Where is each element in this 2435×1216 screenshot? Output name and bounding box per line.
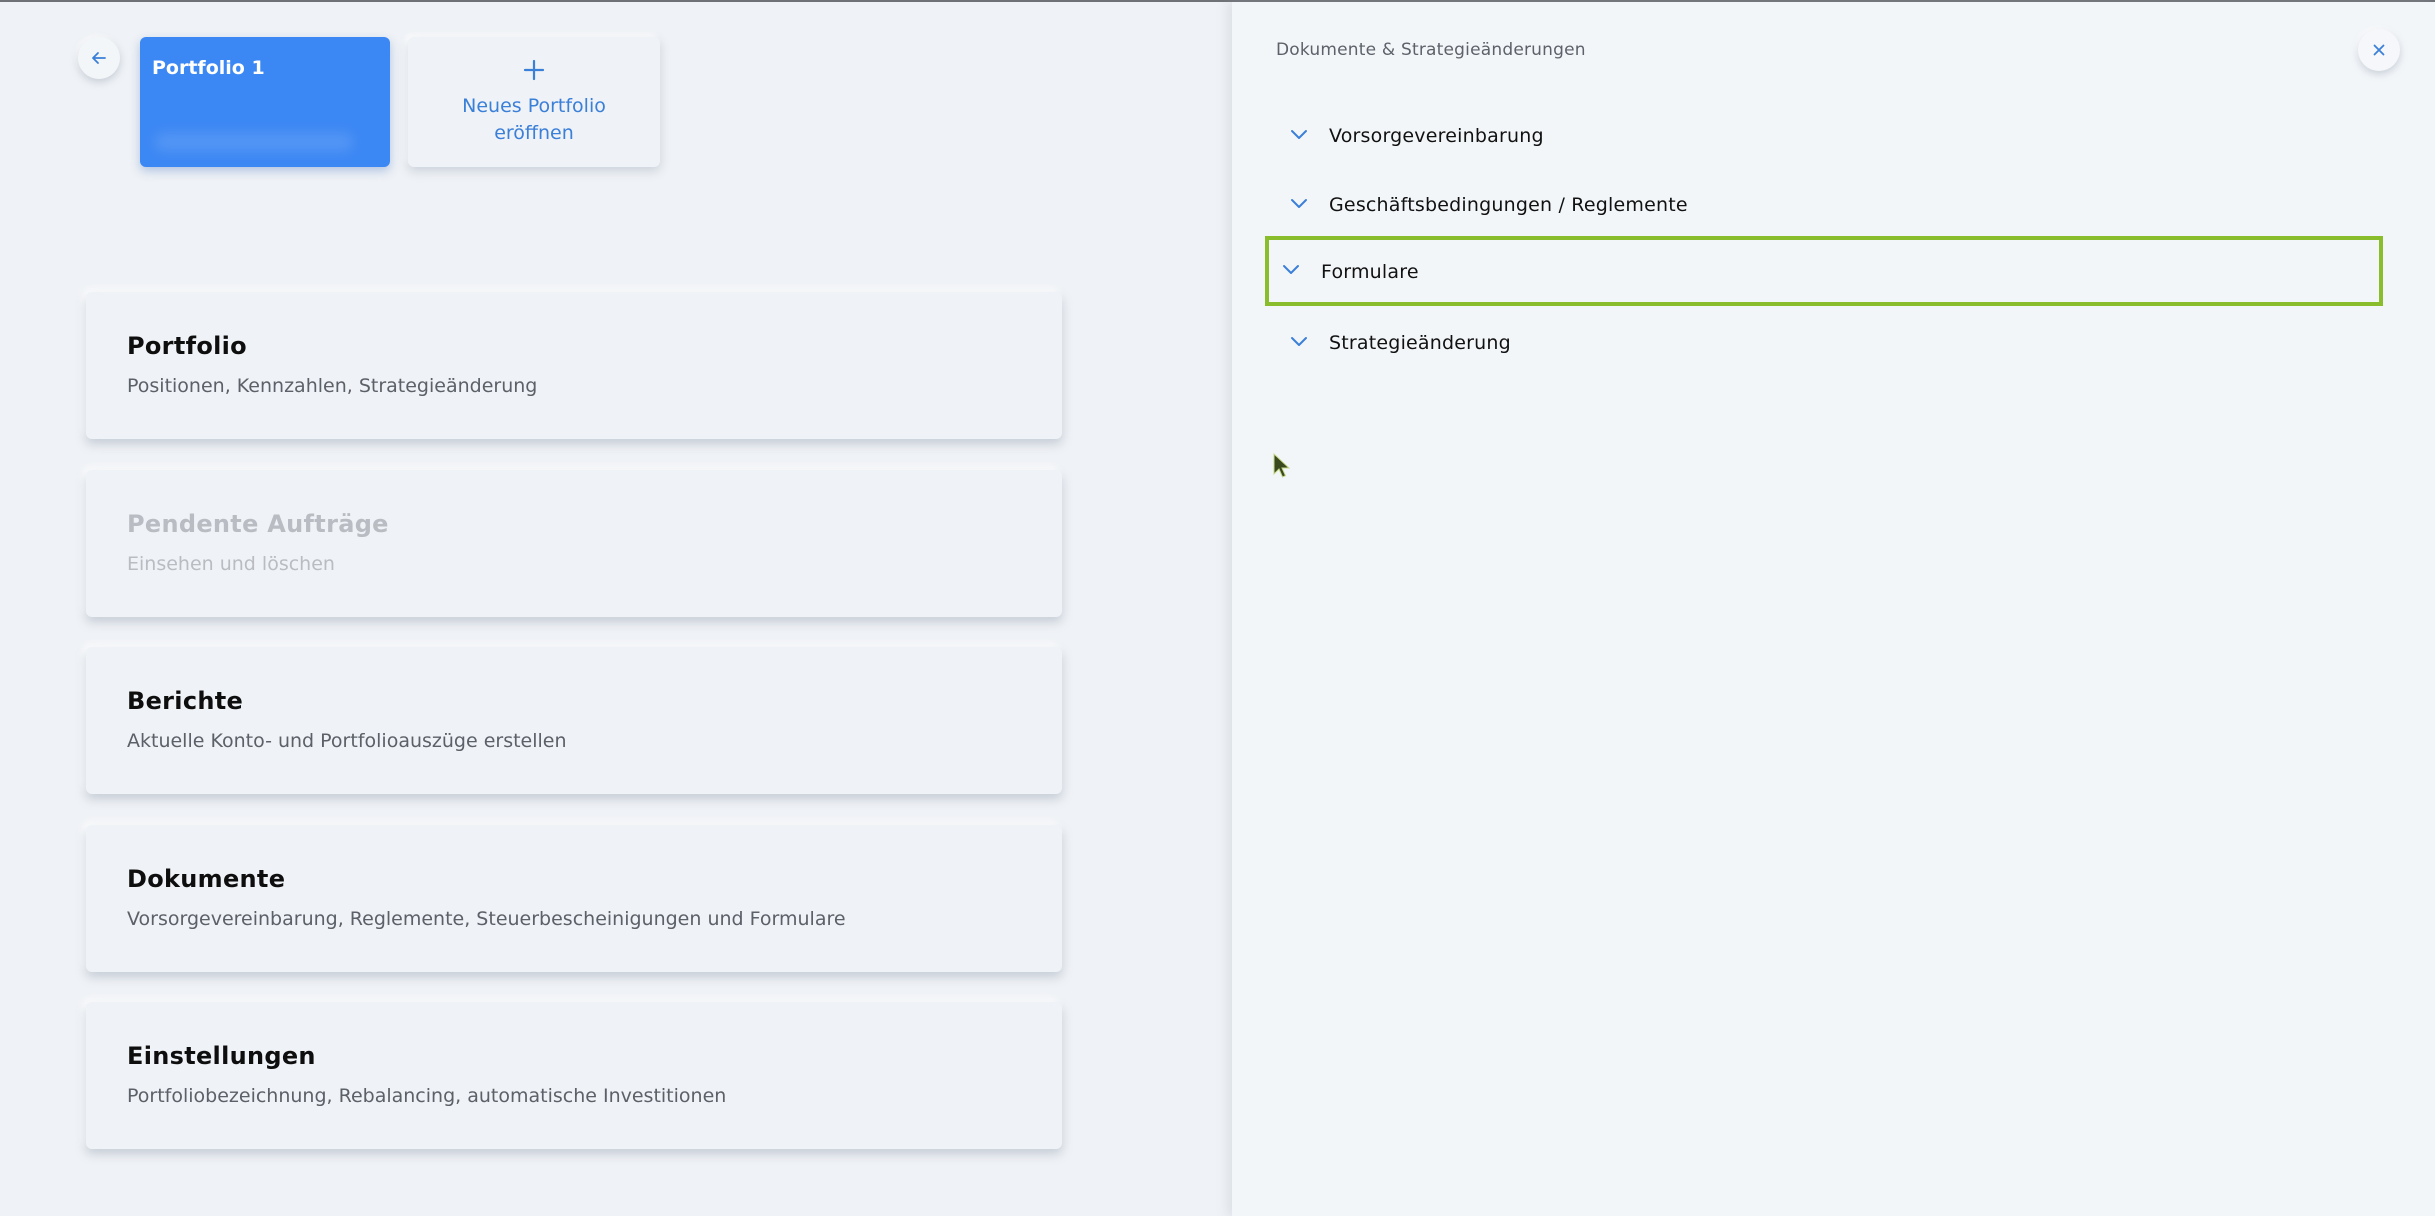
menu-card-title: Dokumente (127, 865, 286, 893)
accordion-label: Vorsorgevereinbarung (1329, 125, 1544, 147)
menu-card-documents[interactable]: Dokumente Vorsorgevereinbarung, Reglemen… (86, 825, 1062, 972)
accordion-strategieaenderung[interactable]: Strategieänderung (1274, 313, 2384, 375)
plus-icon (523, 59, 545, 81)
menu-card-title: Portfolio (127, 332, 247, 360)
portfolio-tile-active[interactable]: Portfolio 1 (140, 37, 390, 167)
chevron-down-icon (1283, 265, 1299, 274)
menu-card-portfolio[interactable]: Portfolio Positionen, Kennzahlen, Strate… (86, 292, 1062, 439)
accordion-formulare[interactable]: Formulare (1265, 236, 2383, 306)
main-pane: Portfolio 1 Neues Portfolio eröffnen Por… (0, 2, 1232, 1216)
chevron-down-icon (1291, 130, 1307, 139)
accordion-geschaeftsbedingungen[interactable]: Geschäftsbedingungen / Reglemente (1274, 175, 2384, 237)
close-panel-button[interactable] (2358, 29, 2400, 71)
menu-card-subtitle: Aktuelle Konto- und Portfolioauszüge ers… (127, 730, 567, 752)
chevron-down-icon (1291, 337, 1307, 346)
accordion-label: Geschäftsbedingungen / Reglemente (1329, 194, 1688, 216)
portfolio-tile-redacted-value (154, 132, 354, 152)
close-icon (2373, 44, 2385, 56)
accordion-label: Formulare (1321, 261, 1419, 283)
menu-card-pending-orders: Pendente Aufträge Einsehen und löschen (86, 470, 1062, 617)
accordion-label: Strategieänderung (1329, 332, 1511, 354)
menu-card-title: Einstellungen (127, 1042, 316, 1070)
menu-card-settings[interactable]: Einstellungen Portfoliobezeichnung, Reba… (86, 1002, 1062, 1149)
documents-side-panel: Dokumente & Strategieänderungen Vorsorge… (1232, 2, 2435, 1216)
side-panel-title: Dokumente & Strategieänderungen (1276, 40, 1586, 60)
accordion-vorsorgevereinbarung[interactable]: Vorsorgevereinbarung (1274, 106, 2384, 168)
chevron-down-icon (1291, 199, 1307, 208)
menu-card-subtitle: Portfoliobezeichnung, Rebalancing, autom… (127, 1085, 727, 1107)
menu-card-title: Pendente Aufträge (127, 510, 389, 538)
menu-card-subtitle: Positionen, Kennzahlen, Strategieänderun… (127, 375, 538, 397)
new-portfolio-button[interactable]: Neues Portfolio eröffnen (408, 37, 660, 167)
menu-card-title: Berichte (127, 687, 244, 715)
menu-card-subtitle: Einsehen und löschen (127, 553, 335, 575)
arrow-left-icon (92, 52, 106, 64)
portfolio-tile-label: Portfolio 1 (152, 57, 265, 79)
menu-card-reports[interactable]: Berichte Aktuelle Konto- und Portfolioau… (86, 647, 1062, 794)
back-button[interactable] (78, 37, 120, 79)
menu-card-subtitle: Vorsorgevereinbarung, Reglemente, Steuer… (127, 908, 846, 930)
new-portfolio-label: Neues Portfolio eröffnen (462, 95, 606, 144)
mouse-cursor-icon (1273, 452, 1291, 478)
